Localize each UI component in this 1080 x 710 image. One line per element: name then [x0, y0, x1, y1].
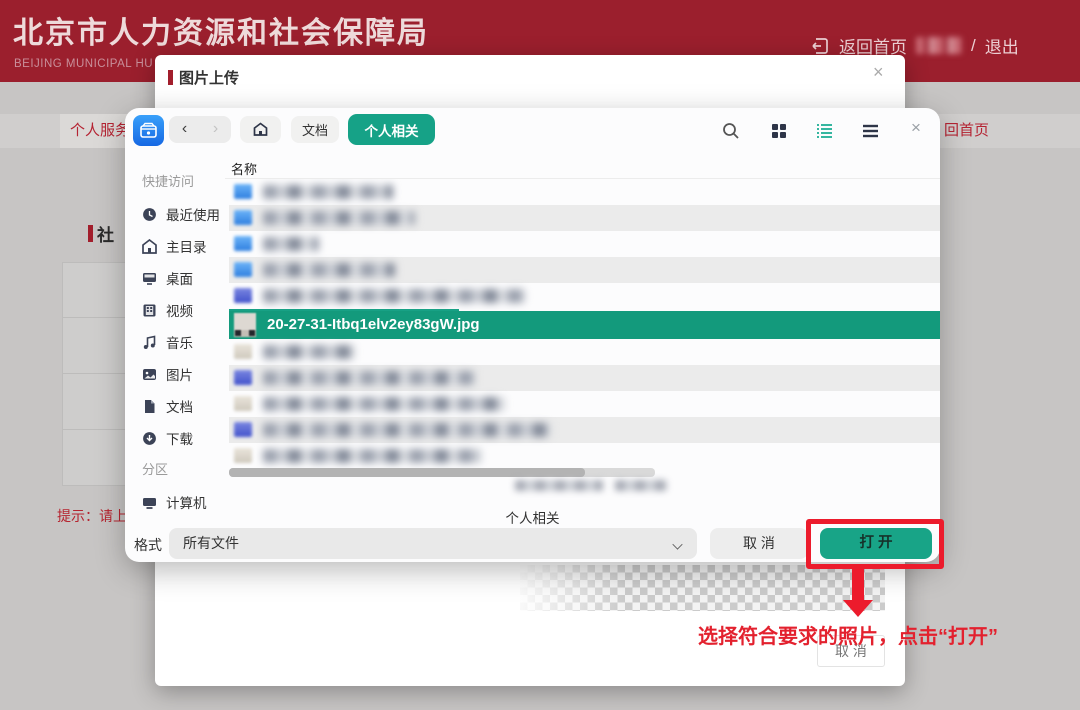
file-row-blurred[interactable] — [229, 283, 940, 309]
return-home-icon[interactable] — [810, 36, 830, 56]
format-label: 格式 — [134, 535, 162, 555]
file-row-blurred[interactable] — [229, 257, 940, 283]
page-hint-text: 提示：请上 — [57, 506, 127, 526]
file-icon — [234, 370, 252, 385]
home-icon — [142, 239, 157, 254]
file-icon — [234, 396, 252, 411]
arrow-head — [843, 600, 873, 617]
username-blurred — [916, 37, 962, 54]
breadcrumb-current-folder[interactable]: 个人相关 — [348, 114, 435, 145]
search-icon[interactable] — [721, 121, 741, 141]
highlight-rectangle — [806, 519, 944, 569]
transparency-checker — [520, 565, 885, 611]
file-icon — [234, 448, 252, 463]
chevron-down-icon — [673, 540, 683, 550]
image-icon — [142, 367, 157, 382]
document-icon — [142, 399, 157, 414]
selected-file-name: 20-27-31-Itbq1elv2ey83gW.jpg — [267, 311, 480, 339]
compact-view-icon[interactable] — [862, 123, 879, 139]
folder-icon — [234, 184, 252, 199]
sidebar-section-partitions: 分区 — [142, 454, 228, 486]
file-row-blurred[interactable] — [229, 443, 940, 469]
breadcrumb-documents[interactable]: 文档 — [291, 116, 339, 143]
sidebar-item-desktop[interactable]: 桌面 — [142, 262, 228, 294]
film-icon — [142, 303, 157, 318]
page-section-title: 社 — [88, 221, 114, 246]
file-row-blurred[interactable] — [229, 205, 940, 231]
annotation-text: 选择符合要求的照片，点击“打开” — [698, 620, 998, 649]
back-button[interactable]: ‹ — [169, 116, 200, 143]
blurred-text — [515, 480, 603, 491]
home-button[interactable] — [240, 116, 281, 143]
file-row-blurred[interactable] — [229, 391, 940, 417]
column-header-name[interactable]: 名称 — [231, 159, 257, 178]
sidebar-item-documents[interactable]: 文档 — [142, 390, 228, 422]
download-icon — [142, 431, 157, 446]
photo-thumbnail — [234, 313, 256, 337]
folder-icon — [234, 262, 252, 277]
file-picker-dialog: ‹ › 文档 个人相关 × 名称 快捷访问 最近使用 — [125, 108, 940, 562]
clock-icon — [142, 207, 157, 222]
picker-cancel-button[interactable]: 取 消 — [710, 528, 808, 559]
file-icon — [234, 422, 252, 437]
sidebar-item-pictures[interactable]: 图片 — [142, 358, 228, 390]
nav-buttons: ‹ › — [169, 116, 231, 143]
file-icon — [234, 288, 252, 303]
file-row-selected[interactable]: 20-27-31-Itbq1elv2ey83gW.jpg — [229, 311, 940, 339]
home-page-link[interactable]: 回首页 — [944, 114, 989, 148]
file-list: 20-27-31-Itbq1elv2ey83gW.jpg — [229, 179, 940, 471]
file-row-blurred[interactable] — [229, 417, 940, 443]
site-subtitle: BEIJING MUNICIPAL HU — [14, 58, 153, 70]
section-accent-bar — [88, 225, 93, 242]
horizontal-scrollbar-thumb[interactable] — [229, 468, 585, 477]
arrow-annotation — [852, 568, 864, 601]
sidebar-item-recent[interactable]: 最近使用 — [142, 198, 228, 230]
sidebar-item-music[interactable]: 音乐 — [142, 326, 228, 358]
music-note-icon — [142, 335, 157, 350]
picker-sidebar: 快捷访问 最近使用 主目录 桌面 视频 音乐 — [142, 166, 228, 518]
file-manager-app-icon — [133, 115, 164, 146]
file-row-blurred[interactable] — [229, 231, 940, 257]
file-row-blurred[interactable] — [229, 179, 940, 205]
sidebar-item-videos[interactable]: 视频 — [142, 294, 228, 326]
logout-link[interactable]: 退出 — [985, 33, 1019, 58]
home-icon — [253, 122, 268, 137]
forward-button[interactable]: › — [200, 116, 231, 143]
folder-icon — [234, 236, 252, 251]
list-view-icon[interactable] — [816, 123, 833, 139]
modal-accent-bar — [168, 70, 173, 85]
file-icon — [234, 344, 252, 359]
desktop-icon — [142, 271, 157, 286]
blurred-text — [615, 480, 667, 491]
modal-title: 图片上传 — [179, 67, 239, 88]
grid-view-icon[interactable] — [771, 123, 787, 139]
folder-icon — [234, 210, 252, 225]
site-title: 北京市人力资源和社会保障局 — [13, 8, 429, 52]
sidebar-item-home[interactable]: 主目录 — [142, 230, 228, 262]
file-row-blurred[interactable] — [229, 339, 940, 365]
separator: / — [971, 36, 976, 56]
file-row-blurred[interactable] — [229, 365, 940, 391]
sidebar-item-downloads[interactable]: 下载 — [142, 422, 228, 454]
close-icon[interactable]: × — [911, 118, 921, 138]
sidebar-section-quick-access: 快捷访问 — [142, 166, 228, 198]
close-icon[interactable]: × — [873, 62, 884, 83]
format-select[interactable]: 所有文件 — [169, 528, 697, 559]
